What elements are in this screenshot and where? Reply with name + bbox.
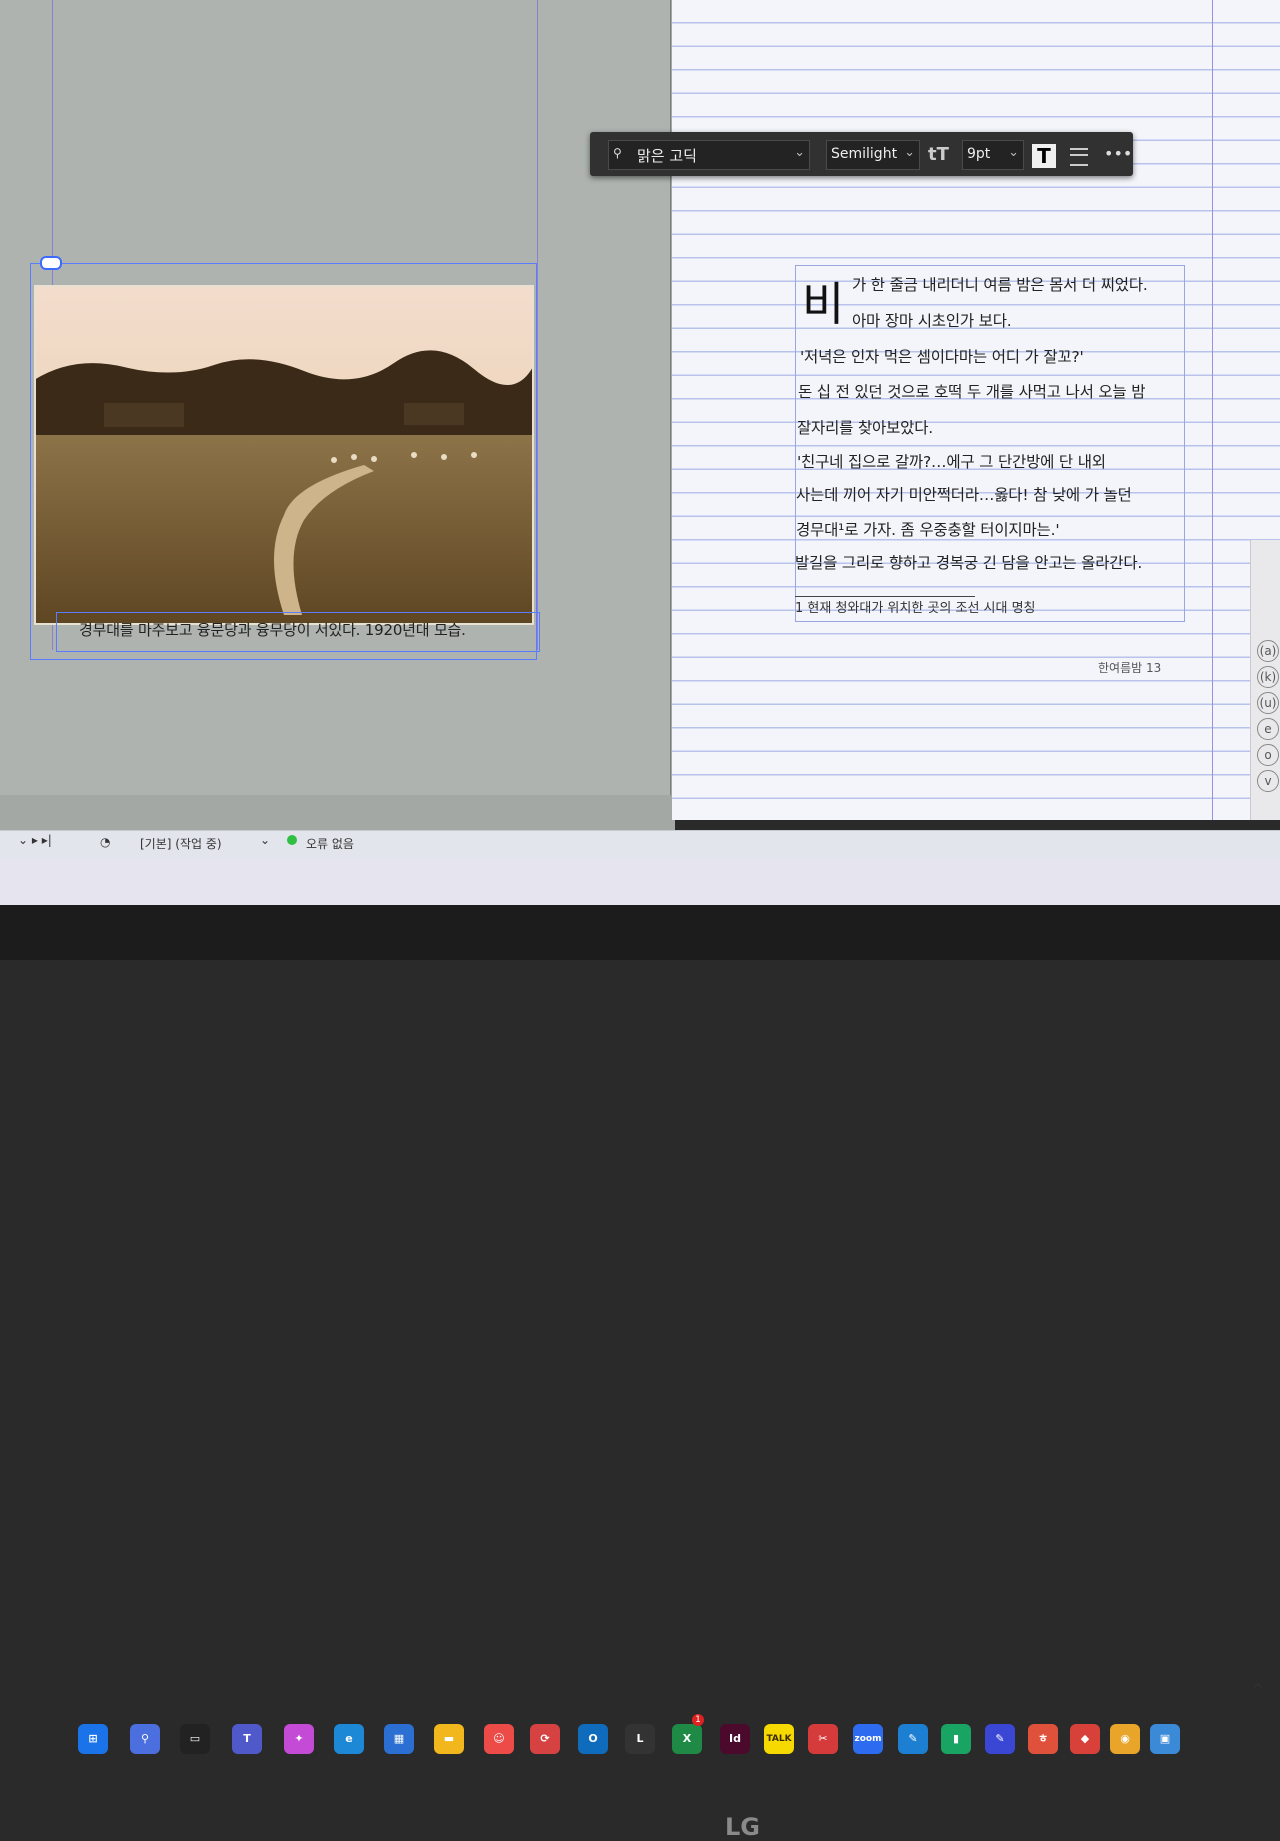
align-left-icon[interactable] <box>1070 148 1088 166</box>
body-line[interactable]: 잘자리를 찾아보았다. <box>797 416 933 438</box>
scissors-icon[interactable]: ✂ <box>808 1724 838 1754</box>
body-line[interactable]: 아마 장마 시초인가 보다. <box>852 309 1012 331</box>
margin-guide <box>1212 0 1213 820</box>
chevron-down-icon[interactable]: ⌄ <box>904 145 915 160</box>
pen-app-icon[interactable]: ✎ <box>898 1724 928 1754</box>
gift-icon[interactable]: ◆ <box>1070 1724 1100 1754</box>
character-format-icon[interactable]: T <box>1032 144 1056 168</box>
font-size-field[interactable]: 9pt ⌄ <box>962 140 1024 170</box>
sync-icon[interactable]: ◔ <box>100 835 110 849</box>
font-style-value: Semilight <box>831 146 898 162</box>
font-family-value: 맑은 고딕 <box>637 147 697 165</box>
glyph-u[interactable]: (u) <box>1257 692 1279 714</box>
store-icon[interactable]: ▦ <box>384 1724 414 1754</box>
text-size-icon[interactable]: tT <box>928 144 949 165</box>
glyph-v[interactable]: v <box>1257 770 1279 792</box>
lg-logo: LG <box>725 1813 760 1841</box>
sheets-icon[interactable]: ▮ <box>941 1724 971 1754</box>
chevron-down-icon[interactable]: ⌄ <box>1008 145 1019 160</box>
body-line[interactable]: 사는데 끼어 자기 미안쩍더라…옳다! 참 낮에 가 놀던 <box>796 483 1132 505</box>
chrome-icon[interactable]: ◉ <box>1110 1724 1140 1754</box>
page-nav-icon[interactable]: ⌄ ▸ ▸| <box>18 833 52 847</box>
edge-icon[interactable]: e <box>334 1724 364 1754</box>
copilot-icon[interactable]: ✦ <box>284 1724 314 1754</box>
zoom-icon[interactable]: zoom <box>853 1724 883 1754</box>
body-line[interactable]: 발길을 그리로 향하고 경복궁 긴 담을 안고는 올라간다. <box>795 551 1142 573</box>
notification-badge: 1 <box>692 1714 704 1726</box>
preflight-ok-icon <box>287 835 297 845</box>
hangul-icon[interactable]: ㅎ <box>1028 1724 1058 1754</box>
preflight-status[interactable]: 오류 없음 <box>306 835 354 852</box>
image-caption: 경무대를 마주보고 융문당과 융무당이 서있다. 1920년대 모습. <box>79 621 466 639</box>
glyph-o[interactable]: o <box>1257 744 1279 766</box>
status-bar: ⌄ ▸ ▸| ◔ [기본] (작업 중) ⌄ 오류 없음 <box>0 830 1280 859</box>
glyph-e[interactable]: e <box>1257 718 1279 740</box>
page-status[interactable]: [기본] (작업 중) <box>140 835 222 852</box>
body-line[interactable]: '친구네 집으로 갈까?…에구 그 단간방에 단 내외 <box>797 450 1106 472</box>
app-l-icon[interactable]: L <box>625 1724 655 1754</box>
glyph-a[interactable]: (a) <box>1257 640 1279 662</box>
image-caption-frame[interactable]: 경무대를 마주보고 융문당과 융무당이 서있다. 1920년대 모습. <box>56 612 540 652</box>
page-folio: 한여름밤 13 <box>1098 661 1162 675</box>
indesign-icon[interactable]: Id <box>720 1724 750 1754</box>
chevron-down-icon[interactable]: ⌄ <box>260 833 270 847</box>
taskbar: ⊞ ⚲ ▭ T ✦ e ▦ ▬ ☺ ⟳ O L X 1 Id TALK ✂ zo… <box>0 858 1280 1754</box>
photos-icon[interactable]: ▣ <box>1150 1724 1180 1754</box>
body-line[interactable]: 가 한 줄금 내리더니 여름 밤은 몸서 더 찌었다. <box>852 273 1148 295</box>
search-icon: ⚲ <box>613 146 622 160</box>
notes-icon[interactable]: ✎ <box>985 1724 1015 1754</box>
task-view-icon[interactable]: ▭ <box>180 1724 210 1754</box>
outlook-icon[interactable]: O <box>578 1724 608 1754</box>
more-options-icon[interactable]: ••• <box>1104 144 1132 163</box>
glyph-k[interactable]: (k) <box>1257 666 1279 688</box>
font-style-field[interactable]: Semilight ⌄ <box>826 140 920 170</box>
chevron-down-icon[interactable]: ⌄ <box>794 145 805 160</box>
historic-photo[interactable] <box>34 285 534 625</box>
font-family-field[interactable]: ⚲ 맑은 고딕 ⌄ <box>608 140 810 170</box>
drop-cap: 비 <box>802 277 845 331</box>
context-text-toolbar: ⚲ 맑은 고딕 ⌄ Semilight ⌄ tT 9pt ⌄ T ••• <box>590 132 1133 176</box>
link-icon[interactable] <box>40 256 62 270</box>
app-sync-icon[interactable]: ⟳ <box>530 1724 560 1754</box>
chevron-up-icon[interactable]: ^ <box>1252 1682 1264 1698</box>
kakaotalk-icon[interactable]: TALK <box>764 1724 794 1754</box>
excel-icon[interactable]: X <box>672 1724 702 1754</box>
body-line[interactable]: '저녁은 인자 먹은 셈이다마는 어디 가 잘꼬?' <box>800 345 1084 367</box>
app-bug-icon[interactable]: ☺ <box>484 1724 514 1754</box>
windows-start-icon[interactable]: ⊞ <box>78 1724 108 1754</box>
file-explorer-icon[interactable]: ▬ <box>434 1724 464 1754</box>
font-size-value: 9pt <box>967 146 991 162</box>
teams-icon[interactable]: T <box>232 1724 262 1754</box>
footnote[interactable]: 1 현재 청와대가 위치한 곳의 조선 시대 명칭 <box>795 597 1036 616</box>
search-icon[interactable]: ⚲ <box>130 1724 160 1754</box>
body-line[interactable]: 돈 십 전 있던 것으로 호떡 두 개를 사먹고 나서 오늘 밤 <box>798 380 1145 402</box>
glyph-side-panel: (a) (k) (u) e o v <box>1250 540 1280 820</box>
body-line[interactable]: 경무대¹로 가자. 좀 우중충할 터이지마는.' <box>796 518 1060 540</box>
screen: 경무대를 마주보고 융문당과 융무당이 서있다. 1920년대 모습. 비 가 … <box>0 0 1280 905</box>
monitor-bezel: LG <box>0 905 1280 1841</box>
